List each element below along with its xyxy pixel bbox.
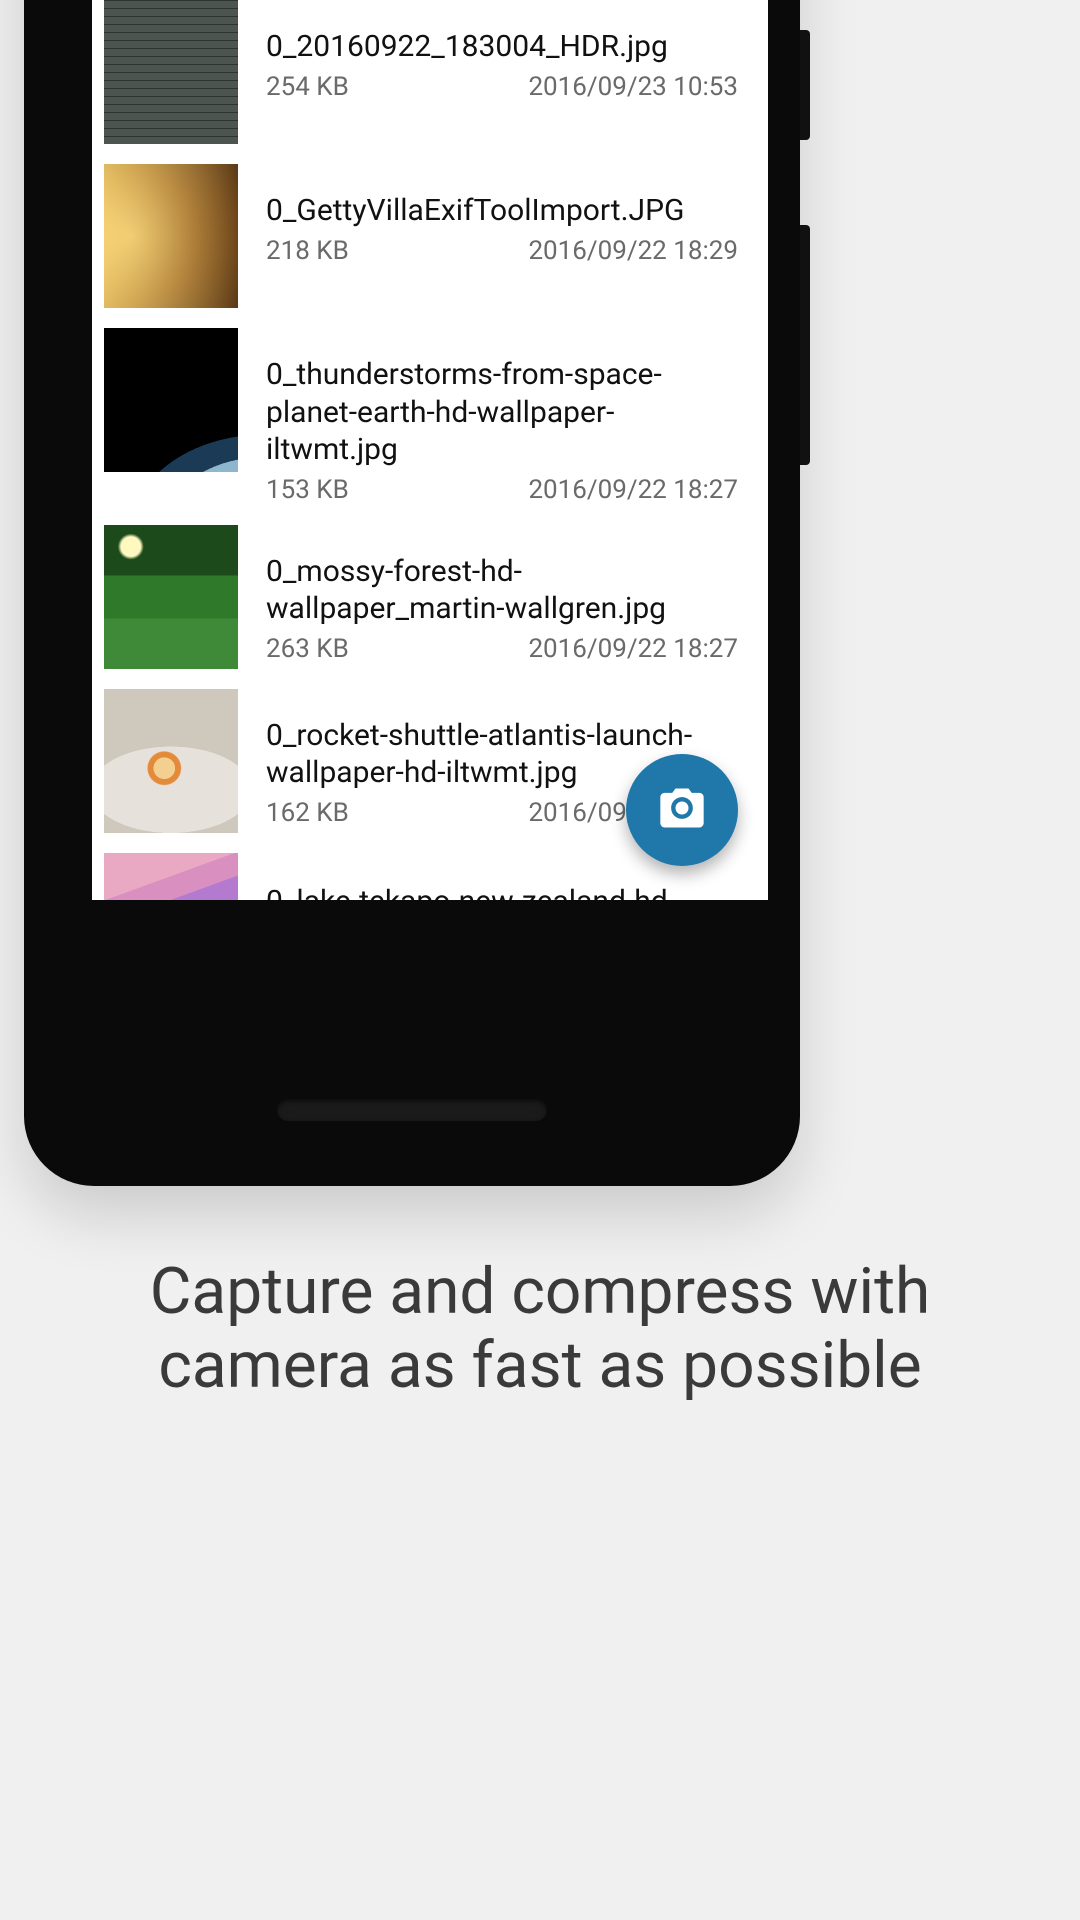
list-item-meta: 0_thunderstorms-from-space-planet-earth-… xyxy=(238,328,756,505)
marketing-caption: Capture and compress with camera as fast… xyxy=(0,1255,1080,1402)
thumbnail-image xyxy=(104,0,238,144)
thumbnail-image xyxy=(104,328,238,472)
file-size: 218 KB xyxy=(266,236,349,266)
phone-screen: ALBUM OPTIMIZED 0_20160922_183004_HDR.jp… xyxy=(92,0,768,900)
phone-speaker-grille xyxy=(277,1099,547,1121)
phone-side-button xyxy=(800,30,810,140)
file-size: 162 KB xyxy=(266,798,349,828)
list-item[interactable]: 0_mossy-forest-hd-wallpaper_martin-wallg… xyxy=(92,515,768,679)
phone-side-button xyxy=(800,225,810,465)
list-item-meta: 0_GettyVillaExifToolImport.JPG 218 KB 20… xyxy=(238,164,756,308)
thumbnail-image xyxy=(104,164,238,308)
thumbnail-image xyxy=(104,689,238,833)
thumbnail-image xyxy=(104,853,238,901)
file-name: 0_20160922_183004_HDR.jpg xyxy=(266,28,738,66)
thumbnail-image xyxy=(104,525,238,669)
file-name: 0_lake-tekapo-new-zealand-hd- xyxy=(266,883,738,901)
phone-device-frame: ALBUM OPTIMIZED 0_20160922_183004_HDR.jp… xyxy=(24,0,800,1186)
list-item[interactable]: 0_GettyVillaExifToolImport.JPG 218 KB 20… xyxy=(92,154,768,318)
camera-fab-button[interactable] xyxy=(626,754,738,866)
list-item[interactable]: 0_thunderstorms-from-space-planet-earth-… xyxy=(92,318,768,515)
list-item-meta: 0_mossy-forest-hd-wallpaper_martin-wallg… xyxy=(238,525,756,669)
file-size: 254 KB xyxy=(266,72,349,102)
file-size: 263 KB xyxy=(266,634,349,664)
file-name: 0_GettyVillaExifToolImport.JPG xyxy=(266,192,738,230)
file-size: 153 KB xyxy=(266,475,349,505)
file-name: 0_thunderstorms-from-space-planet-earth-… xyxy=(266,356,738,469)
file-date: 2016/09/23 10:53 xyxy=(528,72,738,102)
list-item-meta: 0_20160922_183004_HDR.jpg 254 KB 2016/09… xyxy=(238,0,756,144)
file-name: 0_mossy-forest-hd-wallpaper_martin-wallg… xyxy=(266,553,738,628)
file-date: 2016/09/22 18:27 xyxy=(528,634,738,664)
camera-icon xyxy=(656,782,708,838)
list-item[interactable]: 0_20160922_183004_HDR.jpg 254 KB 2016/09… xyxy=(92,0,768,154)
file-date: 2016/09/22 18:27 xyxy=(528,475,738,505)
file-date: 2016/09/22 18:29 xyxy=(528,236,738,266)
